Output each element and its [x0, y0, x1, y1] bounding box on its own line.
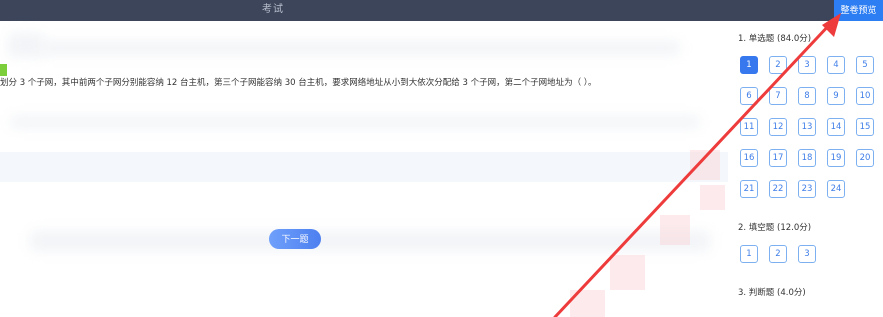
question-number-button[interactable]: 18 — [798, 149, 816, 167]
mosaic-decoration — [570, 290, 605, 317]
question-number-button[interactable]: 16 — [740, 149, 758, 167]
question-number-button[interactable]: 21 — [740, 180, 758, 198]
question-number-button[interactable]: 4 — [827, 56, 845, 74]
blurred-band — [0, 152, 728, 182]
question-number-button[interactable]: 11 — [740, 118, 758, 136]
question-number-button[interactable]: 1 — [740, 245, 758, 263]
question-number-button[interactable]: 12 — [769, 118, 787, 136]
mosaic-decoration — [660, 215, 690, 245]
question-number-button[interactable]: 8 — [798, 87, 816, 105]
question-number-button[interactable]: 24 — [827, 180, 845, 198]
question-number-button[interactable]: 15 — [856, 118, 874, 136]
full-paper-preview-button[interactable]: 整卷预览 — [834, 0, 883, 21]
question-stem: 划分 3 个子网，其中前两个子网分别能容纳 12 台主机，第三个子网能容纳 30… — [0, 78, 597, 88]
question-number-button[interactable]: 19 — [827, 149, 845, 167]
blurred-content — [30, 231, 710, 251]
question-number-button[interactable]: 1 — [740, 56, 758, 74]
question-number-button[interactable]: 9 — [827, 87, 845, 105]
question-number-button[interactable]: 2 — [769, 56, 787, 74]
question-marker — [0, 64, 7, 76]
question-number-button[interactable]: 14 — [827, 118, 845, 136]
question-number-button[interactable]: 23 — [798, 180, 816, 198]
mosaic-decoration — [690, 150, 720, 180]
section-title-single-choice: 1. 单选题 (84.0分) — [738, 34, 812, 44]
section-title-true-false: 3. 判断题 (4.0分) — [738, 288, 806, 298]
mosaic-decoration — [700, 185, 725, 210]
question-number-button[interactable]: 6 — [740, 87, 758, 105]
exam-page: 考试 整卷预览 划分 3 个子网，其中前两个子网分别能容纳 12 台主机，第三个… — [0, 0, 883, 317]
top-bar: 考试 整卷预览 — [0, 0, 883, 21]
question-number-button[interactable]: 17 — [769, 149, 787, 167]
question-number-button[interactable]: 22 — [769, 180, 787, 198]
question-number-button[interactable]: 3 — [798, 245, 816, 263]
question-number-button[interactable]: 5 — [856, 56, 874, 74]
mosaic-decoration — [610, 255, 645, 290]
question-number-button[interactable]: 7 — [769, 87, 787, 105]
blurred-content — [8, 33, 43, 57]
next-question-button[interactable]: 下一题 — [269, 229, 321, 249]
question-number-button[interactable]: 2 — [769, 245, 787, 263]
answer-card: 1. 单选题 (84.0分) 2. 填空题 (12.0分) 3. 判断题 (4.… — [728, 21, 883, 317]
question-number-button[interactable]: 13 — [798, 118, 816, 136]
question-number-button[interactable]: 20 — [856, 149, 874, 167]
page-title: 考试 — [262, 4, 284, 15]
question-number-button[interactable]: 10 — [856, 87, 874, 105]
section-title-fill-blank: 2. 填空题 (12.0分) — [738, 223, 812, 233]
question-number-button[interactable]: 3 — [798, 56, 816, 74]
blurred-content — [10, 116, 700, 128]
blurred-content — [40, 41, 680, 55]
